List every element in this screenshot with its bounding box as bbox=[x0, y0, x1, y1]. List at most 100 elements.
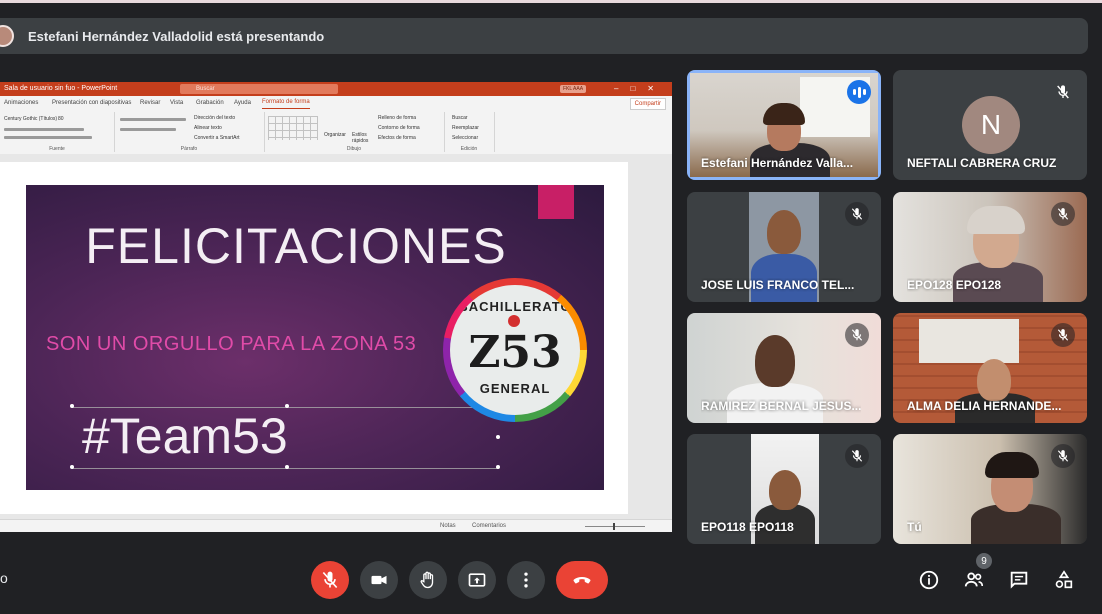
ribbon-outline: Contorno de forma bbox=[378, 125, 420, 131]
participant-tile[interactable]: N NEFTALI CABRERA CRUZ bbox=[893, 70, 1087, 180]
slide-accent-rect bbox=[538, 185, 574, 219]
mic-off-icon bbox=[1051, 80, 1075, 104]
participant-name: NEFTALI CABRERA CRUZ bbox=[907, 156, 1057, 170]
slide: FELICITACIONES SON UN ORGULLO PARA LA ZO… bbox=[26, 185, 604, 490]
mic-off-icon bbox=[1051, 444, 1075, 468]
selection-handle bbox=[496, 435, 500, 439]
ribbon-group-paragraph: Dirección del texto Alinear texto Conver… bbox=[114, 112, 265, 152]
shared-screen: Sala de usuario sin fuo - PowerPoint Bus… bbox=[0, 82, 672, 532]
status-notes: Notas bbox=[440, 523, 456, 529]
participant-name: EPO118 EPO118 bbox=[701, 520, 794, 534]
ribbon-group-drawing: Organizar Estilos rápidos Relleno de for… bbox=[264, 112, 445, 152]
zoom-slider bbox=[585, 523, 645, 530]
window-controls: –□✕ bbox=[614, 84, 666, 93]
powerpoint-status-bar: Notas Comentarios bbox=[0, 519, 672, 532]
present-now-button[interactable] bbox=[458, 561, 496, 599]
participant-name: EPO128 EPO128 bbox=[907, 278, 1002, 292]
mic-toggle-button[interactable] bbox=[311, 561, 349, 599]
powerpoint-ribbon: Century Gothic (Títulos) 80 Fuente Direc… bbox=[0, 110, 672, 155]
ribbon-select: Seleccionar bbox=[452, 135, 479, 141]
more-vert-icon bbox=[524, 572, 528, 588]
powerpoint-search: Buscar bbox=[180, 84, 338, 94]
camera-toggle-button[interactable] bbox=[360, 561, 398, 599]
ribbon-group-label: Fuente bbox=[49, 146, 65, 152]
tab-vista: Vista bbox=[170, 100, 184, 106]
ribbon-group-editing: Buscar Reemplazar Seleccionar Edición bbox=[444, 112, 495, 152]
info-icon bbox=[919, 570, 939, 590]
status-comments: Comentarios bbox=[472, 523, 507, 529]
search-placeholder: Buscar bbox=[196, 86, 215, 92]
activities-icon bbox=[1055, 570, 1073, 589]
mic-off-icon bbox=[1051, 323, 1075, 347]
ribbon-quick-styles: Estilos rápidos bbox=[352, 132, 369, 144]
slide-hashtag: #Team53 bbox=[82, 408, 288, 464]
camera-icon bbox=[371, 575, 387, 585]
participant-tile[interactable]: Tú bbox=[893, 434, 1087, 544]
activities-button[interactable] bbox=[1052, 568, 1076, 592]
mic-off-icon bbox=[845, 202, 869, 226]
participant-tile[interactable]: RAMIREZ BERNAL JESUS... bbox=[687, 313, 881, 423]
participant-tile[interactable]: JOSE LUIS FRANCO TEL... bbox=[687, 192, 881, 302]
bachillerato-logo: BACHILLERATO Z53 GENERAL bbox=[443, 278, 587, 422]
meeting-code: o bbox=[0, 570, 8, 586]
participant-name: JOSE LUIS FRANCO TEL... bbox=[701, 278, 855, 292]
font-size: 80 bbox=[58, 116, 64, 122]
participant-name: ALMA DELIA HERNANDE... bbox=[907, 399, 1062, 413]
people-icon bbox=[964, 572, 984, 587]
ribbon-effects: Efectos de forma bbox=[378, 135, 416, 141]
powerpoint-title-bar: Sala de usuario sin fuo - PowerPoint Bus… bbox=[0, 82, 672, 96]
mic-off-icon bbox=[322, 571, 338, 589]
participant-tile[interactable]: Estefani Hernández Valla... bbox=[687, 70, 881, 180]
font-name: Century Gothic (Títulos) bbox=[4, 116, 58, 122]
raise-hand-button[interactable] bbox=[409, 561, 447, 599]
participant-name: Estefani Hernández Valla... bbox=[701, 156, 854, 170]
ribbon-fill: Relleno de forma bbox=[378, 115, 417, 121]
tab-animaciones: Animaciones bbox=[4, 100, 39, 106]
ribbon-dir-text: Dirección del texto bbox=[194, 115, 236, 121]
presenting-text: Estefani Hernández Valladolid está prese… bbox=[28, 28, 325, 44]
people-button[interactable] bbox=[962, 568, 986, 592]
ribbon-group-label: Dibujo bbox=[346, 146, 362, 152]
shapes-gallery bbox=[268, 116, 318, 140]
meeting-details-button[interactable] bbox=[917, 568, 941, 592]
speaking-indicator-icon bbox=[847, 80, 871, 104]
tab-revisar: Revisar bbox=[140, 100, 161, 106]
participant-tile[interactable]: EPO128 EPO128 bbox=[893, 192, 1087, 302]
tab-grabacion: Grabación bbox=[196, 100, 224, 106]
chat-button[interactable] bbox=[1007, 568, 1031, 592]
apple-icon bbox=[508, 315, 520, 327]
tab-ayuda: Ayuda bbox=[234, 100, 251, 106]
powerpoint-file-title: Sala de usuario sin fuo - PowerPoint bbox=[4, 85, 118, 92]
participant-tile[interactable]: ALMA DELIA HERNANDE... bbox=[893, 313, 1087, 423]
slide-subtitle: SON UN ORGULLO PARA LA ZONA 53 bbox=[46, 333, 417, 355]
mic-off-icon bbox=[845, 323, 869, 347]
powerpoint-share-button: Compartir bbox=[629, 98, 666, 110]
hang-up-icon bbox=[573, 577, 591, 584]
mic-off-icon bbox=[1051, 202, 1075, 226]
mic-off-icon bbox=[845, 444, 869, 468]
tab-formato-de-forma: Formato de forma bbox=[262, 96, 310, 109]
selection-handle bbox=[285, 465, 289, 469]
present-icon bbox=[468, 573, 486, 587]
ribbon-group-label: Edición bbox=[460, 146, 478, 152]
ribbon-smartart: Convertir a SmartArt bbox=[194, 135, 240, 141]
ribbon-group-font: Century Gothic (Títulos) 80 Fuente bbox=[0, 112, 115, 152]
window-top-edge bbox=[0, 0, 1102, 3]
selection-handle bbox=[70, 465, 74, 469]
ribbon-replace: Reemplazar bbox=[452, 125, 479, 131]
logo-center-text: Z53 bbox=[468, 327, 562, 378]
tab-presentacion: Presentación con diapositivas bbox=[52, 100, 132, 106]
participant-tile[interactable]: EPO118 EPO118 bbox=[687, 434, 881, 544]
leave-call-button[interactable] bbox=[556, 561, 608, 599]
ribbon-arrange: Organizar bbox=[324, 132, 346, 138]
chat-icon bbox=[1010, 571, 1028, 589]
participant-count-badge: 9 bbox=[976, 553, 992, 569]
ribbon-align-text: Alinear texto bbox=[194, 125, 222, 131]
selection-handle bbox=[496, 465, 500, 469]
slide-title: FELICITACIONES bbox=[85, 218, 507, 274]
participant-name: RAMIREZ BERNAL JESUS... bbox=[701, 399, 862, 413]
more-options-button[interactable] bbox=[507, 561, 545, 599]
hand-icon bbox=[420, 571, 434, 589]
avatar: N bbox=[962, 96, 1020, 154]
participant-name: Tú bbox=[907, 520, 922, 534]
